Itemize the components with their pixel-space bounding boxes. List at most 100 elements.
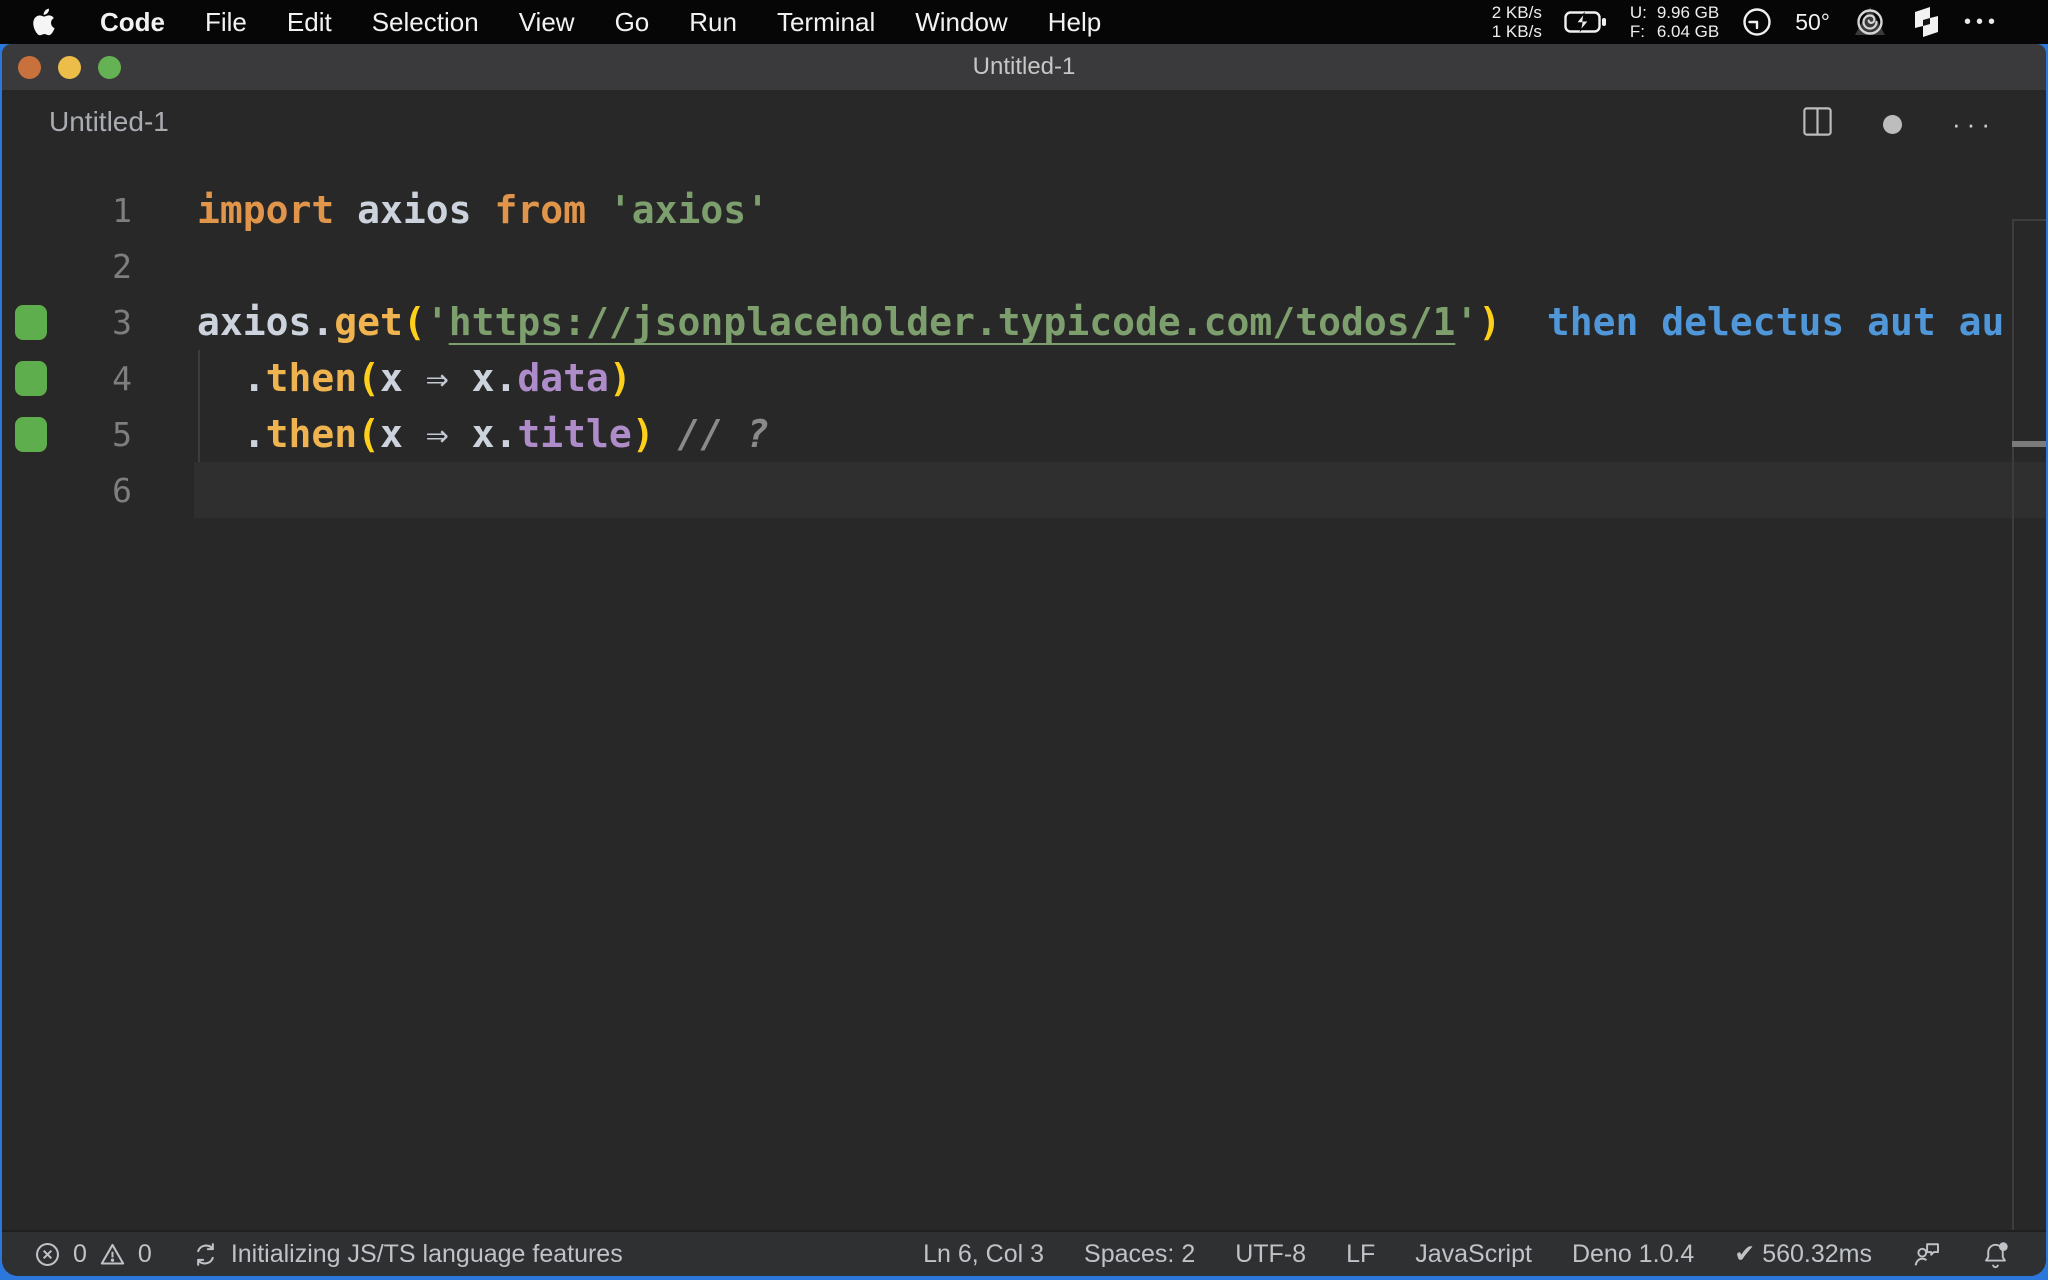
code-content: axios. get(' https://jsonplaceholder.typic… <box>194 294 2046 350</box>
apple-icon[interactable] <box>30 5 60 39</box>
sync-icon <box>196 1242 214 1266</box>
code-token: ( <box>402 300 426 344</box>
menu-item-help[interactable]: Help <box>1048 7 1101 38</box>
memory-usage[interactable]: U: F: 9.96 GB 6.04 GB <box>1630 3 1719 41</box>
code-token: title <box>517 412 632 456</box>
menu-item-go[interactable]: Go <box>615 7 650 38</box>
coverage-square-icon <box>15 304 47 340</box>
menu-item-selection[interactable]: Selection <box>372 7 479 38</box>
code-content <box>194 462 2046 518</box>
code-token: https://jsonplaceholder.typicode.com/tod… <box>448 300 1456 344</box>
language-status[interactable]: Initializing JS/TS language features <box>192 1240 623 1269</box>
code-token: data <box>517 356 609 400</box>
split-editor-icon[interactable] <box>1802 106 1833 142</box>
code-line[interactable]: 4 . then(x ⇒ x. data) <box>2 350 2046 406</box>
menu-bar-status: 2 KB/s 1 KB/s U: F: 9.96 GB 6.04 GB 50° … <box>1492 0 2000 44</box>
close-button[interactable] <box>18 56 41 79</box>
menu-bar-left: Code File Edit Selection View Go Run Terminal Wi… <box>0 5 1101 39</box>
code-token: import <box>197 188 335 232</box>
clock-icon[interactable] <box>1741 6 1773 38</box>
code-token: . <box>197 356 266 400</box>
code-token: ) <box>631 412 655 456</box>
code-content: . then(x ⇒ x. data) <box>194 350 2046 406</box>
code-line[interactable]: 5 . then(x ⇒ x. title) // ? <box>2 406 2046 462</box>
menu-item-window[interactable]: Window <box>915 7 1007 38</box>
bell-icon[interactable] <box>1981 1240 2010 1269</box>
coverage-indicator <box>2 416 60 452</box>
menu-item-code[interactable]: Code <box>100 7 165 38</box>
menu-item-edit[interactable]: Edit <box>287 7 332 38</box>
encoding[interactable]: UTF-8 <box>1235 1240 1306 1269</box>
menu-item-terminal[interactable]: Terminal <box>777 7 875 38</box>
scrollbar-ruler-top <box>2012 219 2046 221</box>
minimize-button[interactable] <box>58 56 81 79</box>
more-actions-icon[interactable]: ··· <box>1952 111 1996 137</box>
menu-bar: Code File Edit Selection View Go Run Terminal Wi… <box>0 0 2048 44</box>
more-dots-icon[interactable]: ••• <box>1964 11 2000 34</box>
run-time: 560.32ms <box>1762 1240 1872 1268</box>
line-number[interactable]: 4 <box>60 359 132 398</box>
menu-item-file[interactable]: File <box>205 7 247 38</box>
code-token: ' <box>1455 300 1479 344</box>
code-token: x <box>380 412 426 456</box>
window-titlebar: Untitled-1 <box>2 44 2046 90</box>
scrollbar-ruler[interactable] <box>2012 219 2014 1230</box>
line-number[interactable]: 5 <box>60 415 132 454</box>
swirl-icon[interactable] <box>1852 5 1888 39</box>
code-line[interactable]: 2 <box>2 238 2046 294</box>
code-token: from <box>494 188 586 232</box>
code-token: get <box>334 300 403 344</box>
window-title: Untitled-1 <box>972 53 1076 80</box>
screen: Code File Edit Selection View Go Run Terminal Wi… <box>0 0 2048 1280</box>
eol-sequence[interactable]: LF <box>1346 1240 1375 1269</box>
network-speed[interactable]: 2 KB/s 1 KB/s <box>1492 3 1542 41</box>
coverage-square-icon <box>15 360 47 396</box>
line-number[interactable]: 3 <box>60 303 132 342</box>
code-line[interactable]: 6 <box>2 462 2046 518</box>
coverage-square-icon <box>15 416 47 452</box>
status-message: Initializing JS/TS language features <box>230 1239 623 1268</box>
overview-ruler-mark <box>2012 441 2046 447</box>
code-token: x <box>380 356 426 400</box>
code-token: then <box>265 412 358 456</box>
quokka-time[interactable]: ✔ 560.32ms <box>1734 1239 1872 1269</box>
dirty-dot-icon[interactable] <box>1883 114 1903 134</box>
mem-used-value: 9.96 GB <box>1656 3 1720 22</box>
check-icon: ✔ <box>1734 1239 1756 1268</box>
editor-actions: ··· <box>1802 104 1996 144</box>
cursor-position[interactable]: Ln 6, Col 3 <box>923 1240 1044 1269</box>
code-line[interactable]: 1 import axios from 'axios' <box>2 182 2046 238</box>
code-token: ) <box>1478 300 1502 344</box>
code-editor[interactable]: 1 import axios from 'axios' 2 3 axios. get( ' h… <box>2 160 2046 1230</box>
code-content: . then(x ⇒ x. title) // ? <box>194 406 2046 462</box>
deno-version[interactable]: Deno 1.0.4 <box>1572 1240 1694 1269</box>
warning-icon <box>100 1243 125 1265</box>
code-token: . <box>197 412 266 456</box>
feedback-icon[interactable] <box>1912 1240 1941 1269</box>
code-content: import axios from 'axios' <box>194 182 2046 238</box>
line-number[interactable]: 6 <box>60 471 132 510</box>
mem-free-value: 6.04 GB <box>1656 22 1720 41</box>
coverage-indicator <box>2 360 60 396</box>
menu-item-run[interactable]: Run <box>689 7 737 38</box>
maximize-button[interactable] <box>98 56 121 79</box>
code-line[interactable]: 3 axios. get(' https://jsonplaceholder.typi… <box>2 294 2046 350</box>
menu-item-view[interactable]: View <box>519 7 575 38</box>
editor-file-label: Untitled-1 <box>49 106 169 137</box>
indentation[interactable]: Spaces: 2 <box>1084 1240 1195 1269</box>
line-number[interactable]: 1 <box>60 191 132 230</box>
battery-charging-icon[interactable] <box>1564 10 1608 34</box>
code-token: ⇒ <box>425 356 449 400</box>
temperature[interactable]: 50° <box>1795 9 1830 36</box>
problems-indicator[interactable]: 0 0 <box>34 1240 152 1269</box>
code-token: ⇒ <box>425 412 449 456</box>
code-token: x. <box>448 356 518 400</box>
menu-items: Code File Edit Selection View Go Run Terminal Wi… <box>100 7 1101 38</box>
code-token: axios <box>334 188 495 232</box>
language-mode[interactable]: JavaScript <box>1415 1240 1532 1269</box>
code-token: then <box>265 356 358 400</box>
line-number[interactable]: 2 <box>60 247 132 286</box>
indent-guide <box>198 350 200 462</box>
flag-icon[interactable] <box>1910 5 1942 39</box>
